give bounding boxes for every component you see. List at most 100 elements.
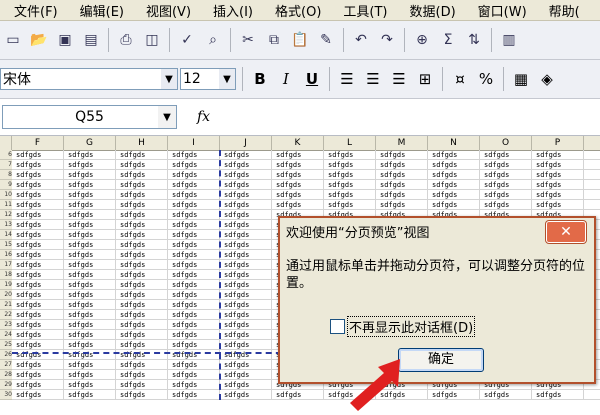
permission-icon[interactable]: ▤ (79, 28, 103, 52)
row-header[interactable]: 13 (0, 220, 12, 230)
grid-cell[interactable]: sdfgds (220, 270, 272, 280)
borders-icon[interactable]: ▦ (508, 67, 534, 91)
grid-cell[interactable]: sdfgds (220, 170, 272, 180)
grid-cell[interactable]: sdfgds (12, 250, 64, 260)
row-header[interactable]: 25 (0, 340, 12, 350)
menu-tools[interactable]: 工具(T) (343, 1, 387, 20)
grid-cell[interactable]: sdfgds (116, 260, 168, 270)
spelling-icon[interactable]: ✓ (175, 28, 199, 52)
grid-cell[interactable]: sdfgds (220, 330, 272, 340)
grid-cell[interactable]: sdfgds (168, 280, 220, 290)
cut-icon[interactable]: ✂ (236, 28, 260, 52)
row-header[interactable]: 7 (0, 160, 12, 170)
grid-cell[interactable]: sdfgds (168, 250, 220, 260)
dont-show-again-checkbox[interactable] (330, 319, 345, 334)
grid-cell[interactable]: sdfgds (532, 160, 584, 170)
print-icon[interactable]: ⎙ (114, 28, 138, 52)
grid-cell[interactable]: sdfgds (12, 270, 64, 280)
row-header[interactable]: 29 (0, 380, 12, 390)
grid-cell[interactable]: sdfgds (116, 270, 168, 280)
currency-icon[interactable]: ¤ (447, 67, 473, 91)
grid-cell[interactable]: sdfgds (64, 370, 116, 380)
grid-cell[interactable]: sdfgds (220, 180, 272, 190)
grid-cell[interactable]: sdfgds (376, 190, 428, 200)
name-box[interactable]: Q55 ▼ (2, 105, 177, 129)
grid-cell[interactable]: sdfgds (220, 220, 272, 230)
grid-cell[interactable]: sdfgds (532, 200, 584, 210)
grid-cell[interactable]: sdfgds (12, 370, 64, 380)
fill-color-icon[interactable]: ◈ (534, 67, 560, 91)
grid-cell[interactable]: sdfgds (532, 170, 584, 180)
column-header[interactable]: O (480, 136, 532, 150)
row-header[interactable]: 21 (0, 300, 12, 310)
font-name-select[interactable]: 宋体 ▼ (0, 68, 178, 90)
align-right-icon[interactable]: ☰ (386, 67, 412, 91)
grid-cell[interactable]: sdfgds (272, 160, 324, 170)
redo-icon[interactable]: ↷ (375, 28, 399, 52)
chevron-down-icon[interactable]: ▼ (158, 106, 176, 128)
chevron-down-icon[interactable]: ▼ (161, 69, 177, 89)
column-header[interactable]: P (532, 136, 584, 150)
grid-cell[interactable]: sdfgds (116, 230, 168, 240)
grid-cell[interactable]: sdfgds (116, 150, 168, 160)
row-header[interactable]: 20 (0, 290, 12, 300)
row-header[interactable]: 10 (0, 190, 12, 200)
grid-cell[interactable]: sdfgds (64, 190, 116, 200)
menu-edit[interactable]: 编辑(E) (80, 1, 124, 20)
grid-cell[interactable]: sdfgds (220, 310, 272, 320)
grid-cell[interactable]: sdfgds (428, 150, 480, 160)
grid-cell[interactable]: sdfgds (12, 230, 64, 240)
grid-cell[interactable]: sdfgds (116, 340, 168, 350)
grid-cell[interactable]: sdfgds (116, 240, 168, 250)
row-header[interactable]: 26 (0, 350, 12, 360)
percent-button[interactable]: % (473, 67, 499, 91)
grid-cell[interactable]: sdfgds (168, 320, 220, 330)
grid-cell[interactable]: sdfgds (324, 200, 376, 210)
grid-cell[interactable]: sdfgds (12, 340, 64, 350)
grid-cell[interactable]: sdfgds (168, 340, 220, 350)
grid-cell[interactable]: sdfgds (116, 280, 168, 290)
grid-cell[interactable]: sdfgds (272, 150, 324, 160)
grid-cell[interactable]: sdfgds (220, 250, 272, 260)
grid-cell[interactable]: sdfgds (168, 190, 220, 200)
align-center-icon[interactable]: ☰ (360, 67, 386, 91)
grid-cell[interactable]: sdfgds (12, 310, 64, 320)
grid-cell[interactable]: sdfgds (64, 310, 116, 320)
grid-cell[interactable]: sdfgds (64, 200, 116, 210)
grid-cell[interactable]: sdfgds (64, 180, 116, 190)
grid-cell[interactable]: sdfgds (376, 200, 428, 210)
grid-cell[interactable]: sdfgds (168, 370, 220, 380)
grid-cell[interactable]: sdfgds (376, 180, 428, 190)
grid-cell[interactable]: sdfgds (12, 320, 64, 330)
grid-cell[interactable]: sdfgds (116, 220, 168, 230)
grid-cell[interactable]: sdfgds (168, 240, 220, 250)
grid-cell[interactable]: sdfgds (168, 210, 220, 220)
vertical-page-break[interactable] (219, 150, 221, 400)
grid-cell[interactable]: sdfgds (168, 360, 220, 370)
row-header[interactable]: 12 (0, 210, 12, 220)
row-header[interactable]: 18 (0, 270, 12, 280)
grid-cell[interactable]: sdfgds (272, 170, 324, 180)
grid-cell[interactable]: sdfgds (480, 170, 532, 180)
row-header[interactable]: 17 (0, 260, 12, 270)
paste-icon[interactable]: 📋 (288, 28, 312, 52)
grid-cell[interactable]: sdfgds (64, 390, 116, 400)
grid-cell[interactable]: sdfgds (12, 170, 64, 180)
dont-show-again-label[interactable]: 不再显示此对话框(D) (347, 316, 476, 337)
grid-cell[interactable]: sdfgds (324, 160, 376, 170)
row-header[interactable]: 30 (0, 390, 12, 400)
grid-cell[interactable]: sdfgds (64, 300, 116, 310)
save-icon[interactable]: ▣ (53, 28, 77, 52)
grid-cell[interactable]: sdfgds (116, 310, 168, 320)
grid-cell[interactable]: sdfgds (272, 180, 324, 190)
grid-cell[interactable]: sdfgds (64, 150, 116, 160)
grid-cell[interactable]: sdfgds (168, 230, 220, 240)
grid-cell[interactable]: sdfgds (168, 220, 220, 230)
grid-cell[interactable]: sdfgds (324, 190, 376, 200)
grid-cell[interactable]: sdfgds (480, 200, 532, 210)
grid-cell[interactable]: sdfgds (12, 360, 64, 370)
grid-cell[interactable]: sdfgds (324, 150, 376, 160)
column-header[interactable]: I (168, 136, 220, 150)
grid-cell[interactable]: sdfgds (220, 370, 272, 380)
underline-button[interactable]: U (299, 67, 325, 91)
